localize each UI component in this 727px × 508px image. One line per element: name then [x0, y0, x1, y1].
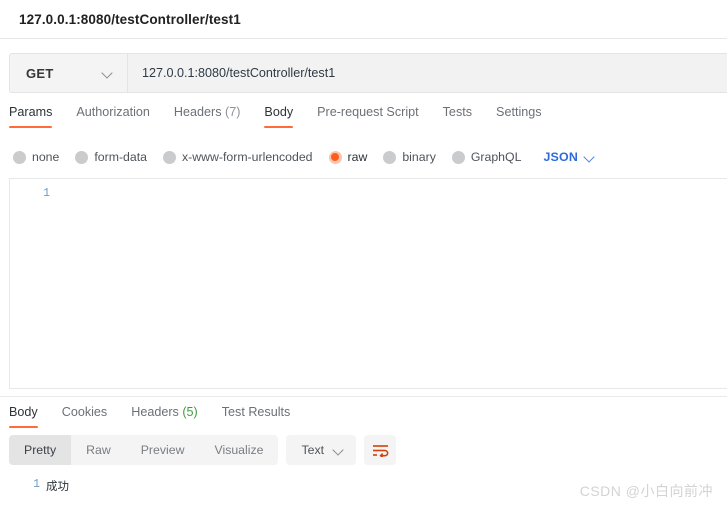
- tab-label: Body: [9, 405, 38, 419]
- response-tab-headers[interactable]: Headers (5): [119, 405, 210, 428]
- tab-label: Body: [264, 105, 294, 119]
- postman-request-window: 127.0.0.1:8080/testController/test1 GET …: [0, 0, 727, 508]
- line-number: 1: [33, 478, 40, 491]
- tab-settings[interactable]: Settings: [484, 105, 554, 128]
- chevron-down-icon: [103, 68, 113, 78]
- response-body-content: 成功: [46, 481, 69, 494]
- response-headers-count-badge: (5): [182, 405, 198, 419]
- radio-icon: [383, 150, 397, 164]
- tab-label: Settings: [496, 105, 542, 119]
- editor-line: 1: [10, 179, 727, 200]
- view-mode-raw[interactable]: Raw: [71, 435, 126, 465]
- tab-pre-request-script[interactable]: Pre-request Script: [305, 105, 431, 128]
- tab-label: Tests: [442, 105, 473, 119]
- response-view-mode-group: Pretty Raw Preview Visualize: [9, 435, 279, 465]
- url-input[interactable]: 127.0.0.1:8080/testController/test1: [128, 54, 727, 92]
- request-body-editor[interactable]: 1: [9, 178, 727, 389]
- response-format-dropdown[interactable]: Text: [286, 435, 357, 465]
- body-type-graphql[interactable]: GraphQL: [451, 150, 522, 164]
- view-mode-pretty[interactable]: Pretty: [9, 435, 72, 465]
- body-type-label: form-data: [94, 150, 147, 164]
- url-bar: GET 127.0.0.1:8080/testController/test1: [9, 53, 727, 93]
- tab-label: Authorization: [76, 105, 150, 119]
- chevron-down-icon: [334, 445, 344, 455]
- body-type-urlencoded[interactable]: x-www-form-urlencoded: [162, 150, 313, 164]
- radio-icon: [13, 150, 26, 164]
- body-type-label: GraphQL: [470, 150, 522, 164]
- view-mode-visualize[interactable]: Visualize: [199, 435, 278, 465]
- response-tab-cookies[interactable]: Cookies: [50, 405, 120, 428]
- body-type-raw[interactable]: raw: [328, 150, 368, 164]
- tab-tests[interactable]: Tests: [431, 105, 484, 128]
- body-type-label: raw: [347, 150, 368, 164]
- body-type-label: binary: [402, 150, 436, 164]
- tab-label: Headers: [173, 105, 222, 119]
- tab-label: Cookies: [61, 405, 108, 419]
- view-mode-label: Preview: [140, 443, 185, 457]
- tab-label: Headers: [131, 405, 179, 419]
- tab-label: Params: [9, 105, 53, 119]
- radio-selected-icon: [328, 150, 342, 164]
- chevron-down-icon: [585, 152, 595, 162]
- view-mode-preview[interactable]: Preview: [126, 435, 200, 465]
- watermark: CSDN @小白向前冲: [579, 483, 713, 499]
- body-type-label: none: [32, 150, 60, 164]
- page-title: 127.0.0.1:8080/testController/test1: [19, 11, 241, 27]
- tab-headers[interactable]: Headers (7): [162, 105, 253, 128]
- body-format-dropdown[interactable]: JSON: [543, 150, 595, 164]
- headers-count-badge: (7): [225, 105, 241, 119]
- view-mode-label: Visualize: [214, 443, 264, 457]
- response-tab-bar: Body Cookies Headers (5) Test Results: [0, 397, 727, 428]
- tab-params[interactable]: Params: [9, 105, 64, 128]
- tab-label: Pre-request Script: [317, 105, 419, 119]
- request-tab-bar: Params Authorization Headers (7) Body Pr…: [0, 105, 727, 137]
- radio-icon: [451, 150, 465, 164]
- tab-authorization[interactable]: Authorization: [64, 105, 162, 128]
- line-number: 1: [43, 187, 50, 200]
- body-format-label: JSON: [543, 150, 578, 164]
- tab-body[interactable]: Body: [252, 105, 305, 128]
- body-type-form-data[interactable]: form-data: [75, 150, 147, 164]
- radio-icon: [162, 150, 176, 164]
- tab-label: Test Results: [221, 405, 291, 419]
- response-toolbar: Pretty Raw Preview Visualize Text: [0, 431, 727, 469]
- body-type-label: x-www-form-urlencoded: [181, 150, 313, 164]
- response-tab-body[interactable]: Body: [9, 405, 50, 428]
- wrap-lines-button[interactable]: [364, 435, 397, 465]
- response-format-label: Text: [301, 443, 325, 457]
- body-type-none[interactable]: none: [13, 150, 59, 164]
- http-method-label: GET: [26, 65, 54, 81]
- view-mode-label: Raw: [86, 443, 111, 457]
- view-mode-label: Pretty: [24, 443, 57, 457]
- body-type-selector: none form-data x-www-form-urlencoded raw…: [0, 143, 727, 171]
- http-method-dropdown[interactable]: GET: [10, 54, 128, 92]
- request-title-bar: 127.0.0.1:8080/testController/test1: [0, 0, 727, 39]
- body-type-binary[interactable]: binary: [383, 150, 436, 164]
- wrap-lines-icon: [372, 445, 388, 457]
- radio-icon: [75, 150, 89, 164]
- response-tab-test-results[interactable]: Test Results: [210, 405, 303, 428]
